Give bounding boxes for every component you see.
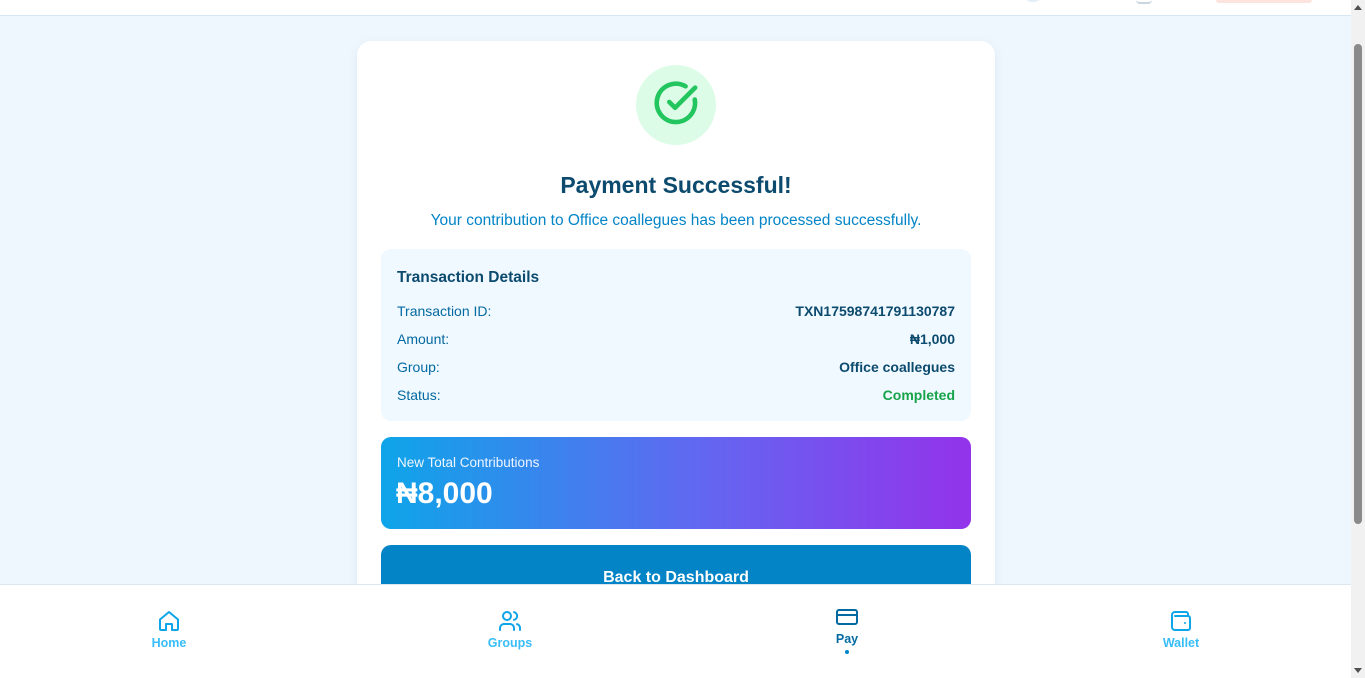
header-avatar[interactable] xyxy=(1024,0,1042,2)
users-icon xyxy=(498,609,522,633)
detail-label: Transaction ID: xyxy=(397,303,492,319)
page-scrollbar[interactable] xyxy=(1351,0,1365,678)
detail-row-transaction-id: Transaction ID: TXN17598741791130787 xyxy=(397,301,955,321)
header-action-button[interactable] xyxy=(1216,0,1312,3)
detail-row-amount: Amount: ₦1,000 xyxy=(397,329,955,349)
nav-item-wallet[interactable]: Wallet xyxy=(1121,585,1241,678)
scroll-down-arrow-icon[interactable] xyxy=(1354,668,1362,673)
total-contributions-banner: New Total Contributions ₦8,000 xyxy=(381,437,971,529)
home-icon xyxy=(157,609,181,633)
total-contributions-amount: ₦8,000 xyxy=(396,477,493,510)
bottom-nav: Home Groups Pay Wallet xyxy=(0,584,1351,678)
scroll-up-arrow-icon[interactable] xyxy=(1354,5,1362,10)
detail-label: Amount: xyxy=(397,331,450,347)
total-contributions-label: New Total Contributions xyxy=(397,455,540,470)
amount-value: ₦1,000 xyxy=(909,331,955,347)
nav-label: Groups xyxy=(487,636,533,650)
status-badge: Completed xyxy=(882,387,955,403)
group-value: Office coallegues xyxy=(839,359,955,375)
nav-item-home[interactable]: Home xyxy=(109,585,229,678)
nav-item-pay[interactable]: Pay xyxy=(787,585,907,678)
top-header xyxy=(0,0,1351,16)
check-circle-icon xyxy=(653,80,699,131)
page-title: Payment Successful! xyxy=(560,172,792,198)
header-menu-text[interactable] xyxy=(1136,0,1152,4)
success-badge xyxy=(636,65,716,145)
payment-success-card: Payment Successful! Your contribution to… xyxy=(357,41,995,641)
nav-item-groups[interactable]: Groups xyxy=(450,585,570,678)
credit-card-icon xyxy=(835,605,859,629)
wallet-icon xyxy=(1169,609,1193,633)
transaction-id-value: TXN17598741791130787 xyxy=(795,303,955,319)
active-indicator xyxy=(845,650,849,654)
detail-row-status: Status: Completed xyxy=(397,385,955,405)
success-message: Your contribution to Office coallegues h… xyxy=(430,212,922,229)
detail-row-group: Group: Office coallegues xyxy=(397,357,955,377)
detail-label: Status: xyxy=(397,387,441,403)
nav-label: Wallet xyxy=(1162,636,1200,650)
nav-label: Pay xyxy=(835,632,859,646)
nav-label: Home xyxy=(151,636,187,650)
transaction-details-heading: Transaction Details xyxy=(397,269,540,286)
transaction-details-panel: Transaction Details Transaction ID: TXN1… xyxy=(381,249,971,421)
scrollbar-thumb[interactable] xyxy=(1354,44,1362,524)
detail-label: Group: xyxy=(397,359,440,375)
